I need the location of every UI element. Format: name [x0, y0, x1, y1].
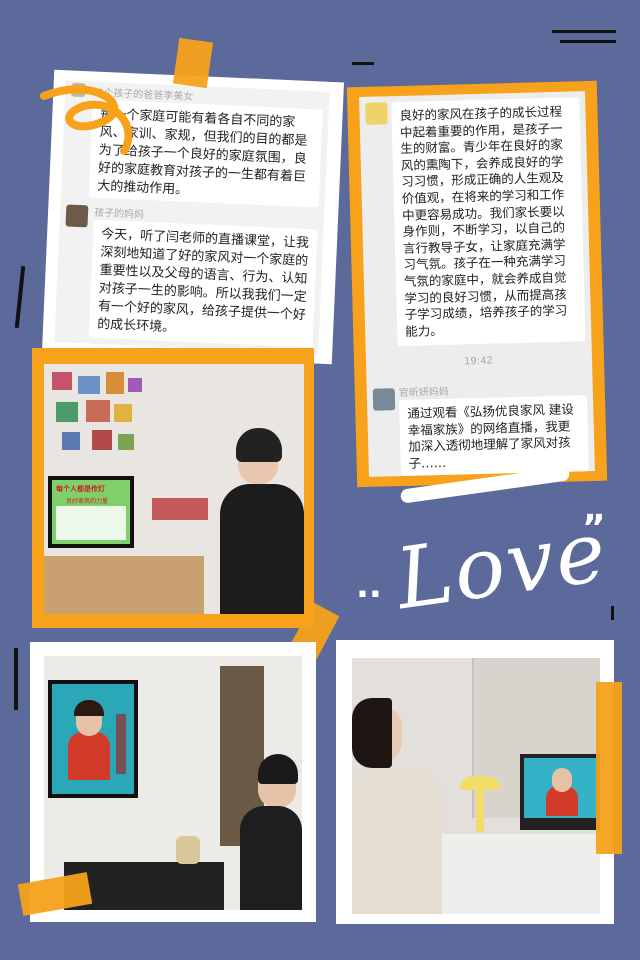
love-prefix-dots: .. [356, 566, 382, 606]
desk [422, 834, 600, 914]
wall-photos [52, 372, 142, 472]
person-body [220, 484, 304, 614]
vase [176, 836, 200, 864]
tv-screen-subtitle: 良好家风的力量 [66, 498, 109, 505]
person-hair [236, 428, 282, 462]
bracket-decoration [14, 265, 26, 329]
chat-message: 今天，听了闫老师的直播课堂，让我深刻地知道了好的家风对一个家庭的重要性以及父母的… [88, 219, 318, 348]
cushion [152, 498, 208, 520]
desk-lamp-base [476, 790, 484, 832]
photo-parent-at-desk [352, 658, 600, 914]
chat-message: 良好的家风在孩子的成长过程中起着重要的作用，是孩子一生的财富。青少年在良好的家风… [391, 97, 586, 347]
monitor [520, 754, 600, 830]
photo-frame-1: 每个人都是传灯 良好家风的力量 [32, 348, 314, 628]
bracket-decoration [611, 606, 614, 620]
desk-lamp [460, 776, 500, 790]
bracket-decoration [352, 62, 374, 65]
avatar [65, 204, 89, 228]
chat-screenshot-right: 良好的家风在孩子的成长过程中起着重要的作用，是孩子一生的财富。青少年在良好的家风… [359, 91, 595, 477]
chat-message: 通过观看《弘扬优良家风 建设幸福家族》的网络直播，我更加深入透彻地理解了家风对孩… [399, 395, 589, 477]
tv-screen-title: 每个人都是传灯 [56, 485, 105, 493]
person-hair [352, 698, 392, 768]
person-body [352, 768, 442, 914]
tv-screen [48, 680, 138, 798]
chat-username: 官昕妍妈妈 [398, 386, 449, 400]
tape-decoration [596, 682, 622, 854]
desk [44, 556, 204, 614]
tape-decoration [172, 37, 214, 89]
love-text: Love [390, 501, 614, 629]
person-body [240, 806, 302, 910]
tv-screen: 每个人都是传灯 良好家风的力量 [48, 476, 134, 548]
bracket-decoration [14, 648, 18, 710]
stripe-decoration [552, 30, 616, 33]
chat-timestamp: 19:42 [463, 355, 493, 368]
photo-parent-watching-tv: 每个人都是传灯 良好家风的力量 [44, 364, 304, 614]
avatar [365, 102, 388, 125]
chat-frame-right: 良好的家风在孩子的成长过程中起着重要的作用，是孩子一生的财富。青少年在良好的家风… [346, 80, 608, 488]
avatar [372, 388, 396, 411]
photo-frame-3 [336, 640, 614, 924]
stripe-decoration [560, 40, 616, 43]
chat-username: 孩子的妈妈 [93, 207, 145, 221]
person-hair [258, 754, 298, 784]
swirl-decoration [40, 85, 133, 155]
